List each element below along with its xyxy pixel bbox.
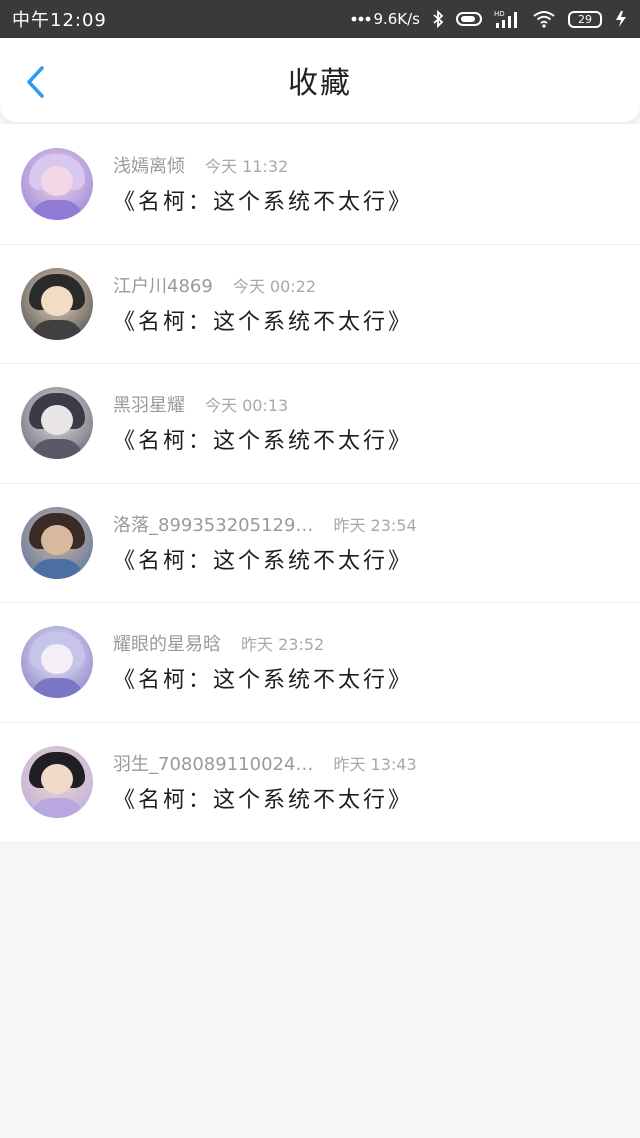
item-text: 黑羽星耀 今天 00:13 《名柯：这个系统不太行》: [113, 391, 413, 455]
favorites-list: 浅嫣离倾 今天 11:32 《名柯：这个系统不太行》 江户川4869 今天 00:22 《…: [0, 124, 640, 841]
list-item[interactable]: 浅嫣离倾 今天 11:32 《名柯：这个系统不太行》: [0, 124, 640, 244]
list-item[interactable]: 羽生_708089110024… 昨天 13:43 《名柯：这个系统不太行》: [0, 721, 640, 842]
list-item[interactable]: 江户川4869 今天 00:22 《名柯：这个系统不太行》: [0, 243, 640, 364]
header-bar: 收藏: [0, 38, 640, 122]
status-bar: 中午12:09 9.6K/s HD 29: [0, 0, 640, 38]
back-button[interactable]: [20, 64, 50, 100]
book-title[interactable]: 《名柯：这个系统不太行》: [113, 304, 413, 336]
item-text: 羽生_708089110024… 昨天 13:43 《名柯：这个系统不太行》: [113, 750, 417, 814]
avatar[interactable]: [21, 267, 93, 340]
item-text: 浅嫣离倾 今天 11:32 《名柯：这个系统不太行》: [113, 152, 413, 216]
network-speed: 9.6K/s: [373, 10, 420, 28]
chevron-left-icon: [27, 66, 44, 98]
book-title[interactable]: 《名柯：这个系统不太行》: [113, 662, 413, 694]
timestamp: 昨天 13:43: [333, 754, 417, 774]
page-title: 收藏: [288, 66, 352, 101]
item-meta: 江户川4869 今天 00:22: [113, 272, 413, 298]
avatar[interactable]: [21, 506, 93, 579]
user-name[interactable]: 江户川4869: [113, 272, 213, 298]
item-meta: 羽生_708089110024… 昨天 13:43: [113, 750, 417, 776]
svg-text:HD: HD: [494, 10, 505, 18]
list-item[interactable]: 耀眼的星易晗 昨天 23:52 《名柯：这个系统不太行》: [0, 602, 640, 722]
book-title[interactable]: 《名柯：这个系统不太行》: [113, 782, 417, 814]
list-item[interactable]: 黑羽星耀 今天 00:13 《名柯：这个系统不太行》: [0, 363, 640, 483]
user-name[interactable]: 羽生_708089110024…: [113, 750, 313, 776]
user-name[interactable]: 耀眼的星易晗: [113, 630, 221, 656]
timestamp: 今天 00:22: [232, 276, 317, 296]
charging-icon: [614, 10, 630, 28]
list-item[interactable]: 洛落_899353205129… 昨天 23:54 《名柯：这个系统不太行》: [0, 482, 640, 603]
item-meta: 耀眼的星易晗 昨天 23:52: [113, 630, 413, 656]
item-text: 洛落_899353205129… 昨天 23:54 《名柯：这个系统不太行》: [113, 511, 417, 575]
user-name[interactable]: 浅嫣离倾: [113, 152, 185, 178]
hd-signal-icon: HD: [494, 9, 520, 29]
user-name[interactable]: 洛落_899353205129…: [113, 511, 313, 537]
user-name[interactable]: 黑羽星耀: [113, 391, 185, 417]
wifi-icon: [532, 10, 556, 28]
vibrate-icon: [456, 12, 482, 26]
timestamp: 昨天 23:52: [241, 635, 325, 655]
book-title[interactable]: 《名柯：这个系统不太行》: [113, 423, 413, 455]
status-icons: 9.6K/s HD 29: [351, 9, 630, 29]
item-meta: 黑羽星耀 今天 00:13: [113, 391, 413, 417]
battery-level: 29: [578, 12, 592, 26]
bluetooth-icon: [432, 10, 444, 28]
timestamp: 昨天 23:54: [333, 515, 417, 535]
item-meta: 洛落_899353205129… 昨天 23:54: [113, 511, 417, 537]
item-text: 耀眼的星易晗 昨天 23:52 《名柯：这个系统不太行》: [113, 630, 413, 694]
book-title[interactable]: 《名柯：这个系统不太行》: [113, 184, 413, 216]
avatar[interactable]: [21, 626, 93, 699]
item-meta: 浅嫣离倾 今天 11:32: [113, 152, 413, 178]
book-title[interactable]: 《名柯：这个系统不太行》: [113, 543, 417, 575]
avatar[interactable]: [21, 147, 93, 220]
battery-icon: 29: [568, 10, 602, 28]
avatar[interactable]: [21, 745, 93, 818]
avatar[interactable]: [21, 387, 93, 460]
item-text: 江户川4869 今天 00:22 《名柯：这个系统不太行》: [113, 272, 413, 336]
timestamp: 今天 00:13: [205, 396, 289, 416]
status-time: 中午12:09: [12, 10, 107, 31]
dots-icon: [351, 16, 371, 22]
timestamp: 今天 11:32: [205, 156, 289, 176]
